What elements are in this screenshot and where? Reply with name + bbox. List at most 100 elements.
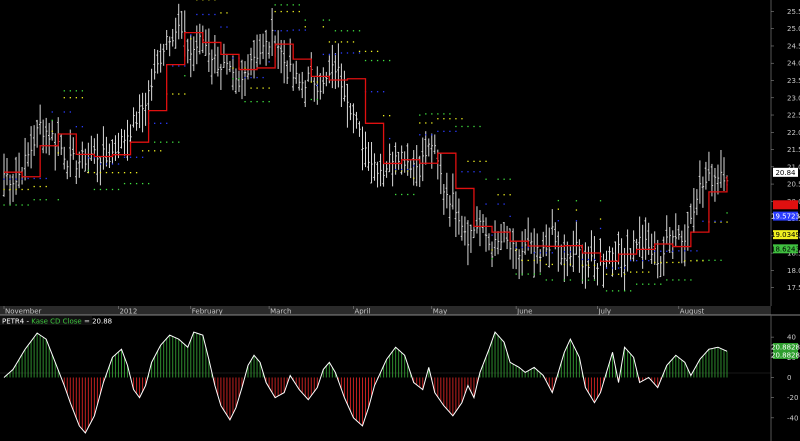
- band-blue-point: [419, 134, 421, 136]
- band-green-point: [575, 200, 578, 202]
- date-axis-strip: [0, 306, 771, 315]
- band-blue-point: [690, 250, 692, 252]
- band-green-point: [298, 4, 300, 6]
- band-yellow-point: [81, 97, 84, 99]
- date-label: 2012: [119, 308, 137, 316]
- band-green-point: [286, 4, 288, 6]
- band-blue-point: [636, 259, 638, 262]
- band-yellow-point: [178, 93, 180, 95]
- band-green-point: [726, 212, 728, 214]
- band-blue-point: [358, 52, 361, 54]
- band-blue-point: [256, 76, 258, 79]
- band-blue-point: [575, 220, 578, 222]
- band-blue-point: [437, 130, 439, 132]
- chart-root: 25.525.024.524.023.523.022.522.021.521.0…: [0, 0, 800, 441]
- band-yellow-point: [45, 185, 47, 188]
- band-yellow-point: [389, 115, 391, 117]
- band-green-point: [455, 125, 457, 128]
- band-yellow-point: [232, 67, 234, 69]
- band-yellow-point: [364, 50, 367, 53]
- band-blue-point: [250, 76, 252, 79]
- band-yellow-point: [521, 259, 523, 262]
- band-yellow-point: [184, 93, 186, 95]
- band-green-point: [690, 279, 692, 281]
- band-green-point: [521, 273, 523, 275]
- band-yellow-point: [316, 81, 318, 83]
- band-blue-point: [642, 259, 644, 262]
- band-green-point: [166, 141, 168, 143]
- band-green-point: [389, 59, 391, 62]
- band-green-point: [485, 178, 487, 180]
- band-yellow-point: [539, 259, 541, 262]
- band-yellow-point: [449, 118, 451, 120]
- date-label: June: [516, 308, 532, 316]
- band-blue-point: [135, 156, 138, 158]
- band-green-point: [419, 114, 421, 116]
- band-yellow-point: [431, 122, 433, 124]
- band-green-point: [15, 204, 17, 206]
- band-blue-point: [280, 30, 282, 32]
- band-blue-point: [648, 259, 650, 262]
- band-green-point: [322, 19, 325, 21]
- band-blue-point: [407, 168, 409, 171]
- band-yellow-point: [346, 41, 349, 43]
- band-green-point: [117, 188, 120, 191]
- chart-background: [0, 0, 800, 441]
- band-blue-point: [111, 163, 114, 165]
- oscillator-value-badge-text: 20.8828: [771, 352, 800, 360]
- band-yellow-point: [148, 150, 150, 152]
- red-band-badge: 19.9: [773, 200, 798, 210]
- band-blue-point: [15, 178, 17, 180]
- band-blue-point: [334, 53, 337, 56]
- band-blue-point: [9, 178, 11, 180]
- oscillator-value-badge-text: 20.8828: [771, 344, 800, 352]
- band-green-point: [244, 100, 246, 103]
- band-blue-point: [696, 250, 698, 252]
- band-green-point: [57, 199, 59, 201]
- band-green-point: [135, 182, 138, 185]
- band-green-point: [111, 188, 114, 191]
- yellow-band-badge: 19.0349: [771, 230, 800, 240]
- band-blue-point: [678, 250, 680, 252]
- band-yellow-point: [509, 194, 511, 196]
- band-green-point: [642, 283, 644, 285]
- red-band-badge-text: 19.9: [778, 201, 794, 209]
- band-green-point: [684, 279, 686, 281]
- band-blue-point: [105, 163, 108, 165]
- band-blue-point: [3, 178, 5, 180]
- band-blue-point: [93, 157, 96, 159]
- band-yellow-point: [172, 93, 174, 95]
- date-axis: November 2012 February March April May June Jul…: [0, 306, 771, 316]
- band-yellow-point: [551, 263, 553, 266]
- band-yellow-point: [292, 10, 294, 13]
- date-label: March: [270, 308, 291, 316]
- band-blue-point: [190, 34, 192, 36]
- band-yellow-point: [491, 249, 493, 251]
- band-green-point: [533, 273, 535, 275]
- band-green-point: [81, 90, 84, 92]
- band-blue-point: [75, 126, 77, 128]
- oscillator-tick-label: -40: [787, 414, 798, 422]
- band-yellow-point: [286, 10, 288, 13]
- band-blue-point: [99, 163, 102, 165]
- band-blue-point: [184, 65, 186, 67]
- yellow-band-badge-text: 19.0349: [771, 231, 800, 239]
- band-blue-point: [316, 84, 318, 87]
- band-green-point: [509, 178, 511, 180]
- band-green-point: [370, 59, 373, 62]
- band-yellow-point: [503, 194, 505, 196]
- band-blue-point: [166, 122, 168, 124]
- band-blue-point: [87, 157, 90, 159]
- band-blue-point: [51, 111, 53, 113]
- band-yellow-point: [39, 185, 41, 188]
- band-blue-point: [401, 168, 403, 171]
- indicator-symbol: PETR4: [2, 318, 25, 326]
- band-green-point: [27, 204, 29, 206]
- band-green-point: [33, 199, 35, 201]
- band-green-point: [563, 279, 566, 281]
- band-blue-point: [298, 29, 300, 31]
- band-yellow-point: [9, 188, 11, 191]
- band-yellow-point: [401, 170, 403, 172]
- band-yellow-point: [123, 172, 126, 174]
- band-blue-point: [226, 26, 228, 28]
